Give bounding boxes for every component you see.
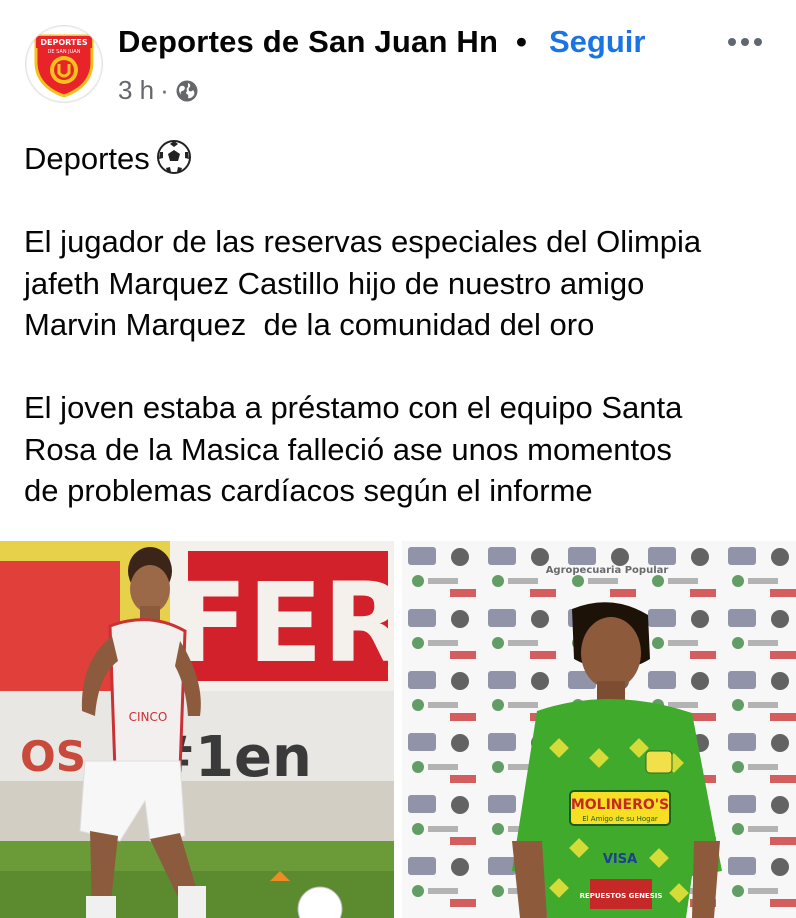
post-timestamp[interactable]: 3 h bbox=[118, 75, 154, 106]
post-meta: 3 h · bbox=[118, 75, 199, 106]
follow-button[interactable]: Seguir bbox=[549, 24, 645, 60]
left-vest-text: CINCO bbox=[129, 710, 168, 724]
left-side-text: OS bbox=[20, 732, 86, 781]
shirt-visa-text: VISA bbox=[603, 852, 637, 867]
post-photo-right[interactable]: Agropecuaria Popular MOLINERO'S El Amigo… bbox=[402, 541, 796, 918]
page-name-link[interactable]: Deportes de San Juan Hn bbox=[118, 24, 498, 60]
left-wall-text: FER bbox=[173, 559, 395, 687]
shirt-sponsor-text: MOLINERO'S bbox=[571, 797, 669, 813]
post-line-text: Deportes bbox=[24, 141, 150, 176]
avatar-text: DEPORTES bbox=[40, 38, 87, 47]
avatar-subtext: DE SAN JUAN bbox=[48, 49, 81, 55]
more-dot-icon bbox=[754, 38, 762, 46]
more-dot-icon bbox=[728, 38, 736, 46]
photo-right-image: Agropecuaria Popular MOLINERO'S El Amigo… bbox=[402, 541, 796, 918]
header-separator: • bbox=[516, 24, 527, 59]
post-paragraph-2: El joven estaba a préstamo con el equipo… bbox=[24, 390, 683, 508]
more-options-button[interactable] bbox=[720, 28, 770, 54]
page-logo-icon: DEPORTES DE SAN JUAN bbox=[27, 27, 101, 101]
soccer-ball-icon bbox=[156, 140, 191, 174]
post-header: DEPORTES DE SAN JUAN Deportes de San Jua… bbox=[0, 0, 796, 120]
page-avatar[interactable]: DEPORTES DE SAN JUAN bbox=[25, 25, 103, 103]
globe-icon bbox=[176, 80, 198, 101]
more-dot-icon bbox=[741, 38, 749, 46]
shirt-sponsor-subtext: El Amigo de su Hogar bbox=[582, 815, 658, 823]
meta-dot: · bbox=[160, 75, 169, 105]
post-paragraph-1: El jugador de las reservas especiales de… bbox=[24, 224, 702, 342]
shirt-bottom-sponsor: REPUESTOS GENESIS bbox=[580, 892, 663, 900]
right-backdrop-text: Agropecuaria Popular bbox=[546, 565, 669, 576]
post-body: Deportes El jugador de las reservas espe… bbox=[24, 138, 784, 512]
post-photo-left[interactable]: FER #1en OS CINCO bbox=[0, 541, 394, 918]
post-line-deportes: Deportes bbox=[24, 138, 784, 180]
photo-left-image: FER #1en OS CINCO bbox=[0, 541, 394, 918]
